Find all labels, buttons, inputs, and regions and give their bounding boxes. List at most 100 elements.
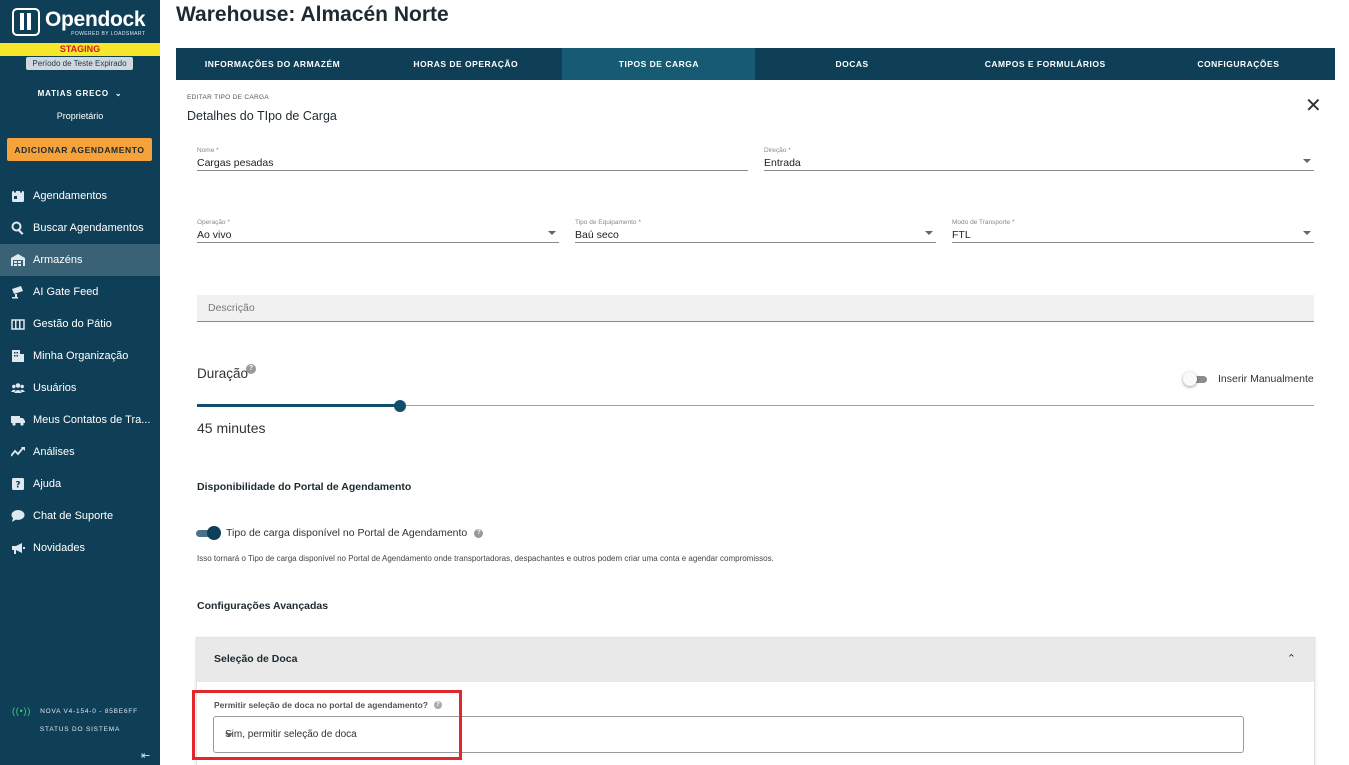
sidebar-item-armazens[interactable]: Armazéns	[0, 244, 160, 276]
transport-mode-label: Modo de Transporte *	[952, 219, 1015, 226]
dock-selection-panel-header[interactable]: Seleção de Doca ⌃	[197, 638, 1314, 682]
sidebar-item-label: Ajuda	[33, 478, 62, 490]
duration-label: Duração	[197, 366, 249, 381]
sidebar-item-usuarios[interactable]: Usuários	[0, 372, 160, 404]
sidebar-item-label: Armazéns	[33, 254, 83, 266]
chat-icon	[11, 509, 25, 523]
user-menu[interactable]: MATIAS GRECO ⌄	[0, 89, 160, 98]
sidebar-item-ajuda[interactable]: ? Ajuda	[0, 468, 160, 500]
help-icon: ?	[11, 477, 25, 491]
dropdown-caret-icon	[1303, 231, 1311, 235]
sidebar-item-analises[interactable]: Análises	[0, 436, 160, 468]
megaphone-icon	[11, 541, 25, 555]
equipment-type-select[interactable]: Tipo de Equipamento * Baú seco	[575, 219, 936, 243]
dock-selection-select[interactable]: Sim, permitir seleção de doca	[213, 716, 1244, 753]
tab-warehouse-info[interactable]: INFORMAÇÕES DO ARMAZÉM	[176, 48, 369, 80]
camera-icon	[11, 285, 25, 299]
description-placeholder: Descrição	[208, 302, 255, 314]
sidebar-item-label: Buscar Agendamentos	[33, 222, 144, 234]
close-icon[interactable]: ✕	[1305, 96, 1322, 116]
direction-select-label: Direção *	[764, 147, 791, 154]
sidebar-item-label: Minha Organização	[33, 350, 129, 362]
chevron-down-icon: ⌄	[114, 89, 123, 98]
svg-text:?: ?	[15, 481, 20, 491]
dropdown-caret-icon	[925, 231, 933, 235]
collapse-sidebar-icon[interactable]: ⇤	[141, 749, 150, 762]
transport-mode-select[interactable]: Modo de Transporte * FTL	[952, 219, 1314, 243]
tab-load-types[interactable]: TIPOS DE CARGA	[562, 48, 756, 80]
version-info: ((•)) NOVA V4-154-0 - 85BE6FF	[12, 706, 138, 716]
sidebar-item-minha-organizacao[interactable]: Minha Organização	[0, 340, 160, 372]
chevron-up-icon: ⌃	[1286, 653, 1296, 665]
search-icon	[11, 221, 25, 235]
brand-logo[interactable]: Opendock POWERED BY LOADSMART	[12, 8, 146, 37]
tab-fields-forms[interactable]: CAMPOS E FORMULÁRIOS	[949, 48, 1142, 80]
sidebar-item-ai-gate-feed[interactable]: AI Gate Feed	[0, 276, 160, 308]
portal-availability-heading: Disponibilidade do Portal de Agendamento	[197, 481, 412, 493]
portal-availability-note: Isso tornará o Tipo de carga disponível …	[197, 554, 774, 563]
user-role: Proprietário	[56, 111, 104, 121]
duration-help-icon[interactable]: ?	[246, 364, 256, 374]
sidebar-item-label: Agendamentos	[33, 190, 107, 202]
trial-badge: Período de Teste Expirado	[26, 57, 133, 70]
dock-selection-question: Permitir seleção de doca no portal de ag…	[214, 700, 442, 710]
truck-icon	[11, 413, 25, 427]
direction-select[interactable]: Direção * Entrada	[764, 147, 1314, 171]
portal-availability-toggle[interactable]: Tipo de carga disponível no Portal de Ag…	[195, 526, 484, 540]
equipment-type-value: Baú seco	[575, 229, 619, 241]
sidebar: Opendock POWERED BY LOADSMART STAGING Pe…	[0, 0, 160, 765]
sidebar-item-label: Chat de Suporte	[33, 510, 114, 522]
name-field[interactable]: Nome * Cargas pesadas	[197, 147, 748, 171]
portal-availability-switch[interactable]	[195, 526, 221, 540]
manual-entry-toggle[interactable]: Inserir Manualmente	[1183, 372, 1314, 386]
opendock-logo-icon	[12, 8, 40, 36]
transport-mode-value: FTL	[952, 229, 971, 241]
sidebar-item-meus-contatos[interactable]: Meus Contatos de Tra...	[0, 404, 160, 436]
tab-docks[interactable]: DOCAS	[755, 48, 948, 80]
system-status-link[interactable]: STATUS DO SISTEMA	[0, 726, 160, 733]
yard-icon	[11, 317, 25, 331]
sidebar-item-label: Usuários	[33, 382, 77, 394]
page-title: Warehouse: Almacén Norte	[176, 3, 449, 26]
sidebar-item-label: AI Gate Feed	[33, 286, 99, 298]
dock-selection-question-text: Permitir seleção de doca no portal de ag…	[214, 700, 428, 710]
sidebar-item-gestao-do-patio[interactable]: Gestão do Pátio	[0, 308, 160, 340]
tab-settings[interactable]: CONFIGURAÇÕES	[1142, 48, 1335, 80]
sidebar-item-buscar-agendamentos[interactable]: Buscar Agendamentos	[0, 212, 160, 244]
chart-icon	[11, 445, 25, 459]
sidebar-item-chat-de-suporte[interactable]: Chat de Suporte	[0, 500, 160, 532]
warehouse-icon	[11, 253, 25, 267]
form-title: Detalhes do TIpo de Carga	[187, 109, 337, 123]
portal-help-icon[interactable]: ?	[474, 528, 484, 538]
building-icon	[11, 349, 25, 363]
calendar-icon	[11, 189, 25, 203]
sidebar-item-agendamentos[interactable]: Agendamentos	[0, 180, 160, 212]
direction-select-value: Entrada	[764, 157, 801, 169]
name-field-value: Cargas pesadas	[197, 157, 274, 169]
add-appointment-button[interactable]: ADICIONAR AGENDAMENTO	[7, 138, 152, 161]
user-name: MATIAS GRECO	[37, 89, 109, 98]
dock-selection-value: Sim, permitir seleção de doca	[225, 729, 357, 740]
manual-entry-switch[interactable]	[1183, 372, 1209, 386]
duration-value: 45 minutes	[197, 420, 266, 436]
equipment-type-label: Tipo de Equipamento *	[575, 219, 641, 226]
sidebar-nav: Agendamentos Buscar Agendamentos Armazén…	[0, 180, 160, 564]
tab-operating-hours[interactable]: HORAS DE OPERAÇÃO	[369, 48, 562, 80]
sidebar-item-label: Meus Contatos de Tra...	[33, 414, 151, 426]
users-icon	[11, 381, 25, 395]
tab-bar: INFORMAÇÕES DO ARMAZÉM HORAS DE OPERAÇÃO…	[176, 48, 1335, 80]
brand-name: Opendock	[45, 8, 146, 31]
form-overline: EDITAR TIPO DE CARGA	[187, 94, 269, 101]
sidebar-item-novidades[interactable]: Novidades	[0, 532, 160, 564]
manual-entry-label: Inserir Manualmente	[1218, 373, 1314, 385]
operation-select-value: Ao vivo	[197, 229, 232, 241]
dropdown-caret-icon	[1303, 159, 1311, 163]
description-input[interactable]: Descrição	[197, 295, 1314, 322]
operation-select[interactable]: Operação * Ao vivo	[197, 219, 559, 243]
portal-availability-label: Tipo de carga disponível no Portal de Ag…	[226, 527, 468, 539]
duration-slider[interactable]	[197, 398, 1314, 414]
sidebar-item-label: Análises	[33, 446, 75, 458]
advanced-settings-heading: Configurações Avançadas	[197, 600, 329, 612]
slider-thumb[interactable]	[394, 400, 407, 412]
dock-help-icon[interactable]: ?	[433, 701, 442, 709]
